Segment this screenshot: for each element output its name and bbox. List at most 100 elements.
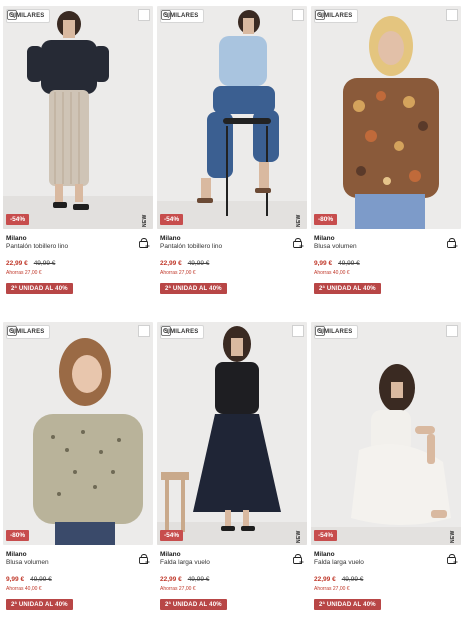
search-similar-icon: [315, 326, 325, 336]
add-to-cart-icon[interactable]: [138, 553, 150, 565]
add-to-cart-icon[interactable]: [292, 553, 304, 565]
product-image[interactable]: SIMILARES -54% NEW: [3, 6, 153, 229]
price-group: 22,99 € 49,99 €: [160, 260, 209, 267]
new-tag: NEW: [142, 214, 148, 228]
product-photo-white-skirt: [311, 322, 461, 545]
discount-badge: -54%: [160, 530, 184, 541]
product-brand: Milano: [160, 551, 181, 558]
promo-banner: 2ª UNIDAD AL 40%: [6, 283, 73, 294]
promo-banner: 2ª UNIDAD AL 40%: [6, 599, 73, 610]
promo-banner: 2ª UNIDAD AL 40%: [314, 283, 381, 294]
product-image[interactable]: SIMILARES -80%: [311, 6, 461, 229]
product-brand: Milano: [160, 235, 181, 242]
savings-text: Ahorras 40,00 €: [314, 270, 350, 276]
savings-text: Ahorras 40,00 €: [6, 586, 42, 592]
product-brand: Milano: [314, 235, 335, 242]
favorite-checkbox-icon[interactable]: [138, 325, 150, 337]
product-name[interactable]: Pantalón tobillero lino: [6, 243, 150, 251]
similar-button[interactable]: SIMILARES: [160, 325, 205, 339]
savings-text: Ahorras 27,00 €: [6, 270, 42, 276]
new-tag: NEW: [296, 530, 302, 544]
add-to-cart-icon[interactable]: [446, 237, 458, 249]
promo-banner: 2ª UNIDAD AL 40%: [160, 599, 227, 610]
current-price: 22,99 €: [160, 576, 182, 583]
product-brand: Milano: [314, 551, 335, 558]
add-to-cart-icon[interactable]: [446, 553, 458, 565]
similar-button[interactable]: SIMILARES: [6, 9, 51, 23]
promo-banner: 2ª UNIDAD AL 40%: [314, 599, 381, 610]
price-group: 9,99 € 49,99 €: [314, 260, 360, 267]
original-price: 49,99 €: [187, 576, 210, 583]
search-similar-icon: [7, 326, 17, 336]
original-price: 49,99 €: [187, 260, 210, 267]
similar-button[interactable]: SIMILARES: [160, 9, 205, 23]
similar-button[interactable]: SIMILARES: [6, 325, 51, 339]
product-image[interactable]: SIMILARES -54% NEW: [157, 6, 307, 229]
product-info: Milano Pantalón tobillero lino: [6, 235, 150, 251]
savings-text: Ahorras 27,00 €: [160, 270, 196, 276]
product-card[interactable]: SIMILARES -54% NEW Milano Pantalón tobil…: [3, 6, 153, 311]
current-price: 9,99 €: [314, 260, 333, 267]
current-price: 22,99 €: [6, 260, 28, 267]
price-group: 22,99 € 49,99 €: [6, 260, 55, 267]
product-name[interactable]: Pantalón tobillero lino: [160, 243, 304, 251]
product-photo-floral-blouse: [311, 6, 461, 229]
product-photo-blue-trousers: [157, 6, 307, 229]
price-group: 9,99 € 49,99 €: [6, 576, 52, 583]
product-image[interactable]: SIMILARES -80%: [3, 322, 153, 545]
savings-text: Ahorras 27,00 €: [314, 586, 350, 592]
favorite-checkbox-icon[interactable]: [292, 9, 304, 21]
discount-badge: -54%: [160, 214, 184, 225]
discount-badge: -80%: [6, 530, 30, 541]
original-price: 49,99 €: [30, 576, 52, 583]
product-card[interactable]: SIMILARES -80% Milano Blusa volumen 9,99…: [311, 6, 461, 311]
similar-button[interactable]: SIMILARES: [314, 325, 359, 339]
product-brand: Milano: [6, 235, 27, 242]
product-row: SIMILARES -80% Milano Blusa volumen 9,99…: [3, 322, 473, 621]
product-brand: Milano: [6, 551, 27, 558]
product-info: Milano Falda larga vuelo: [160, 551, 304, 567]
price-group: 22,99 € 49,99 €: [314, 576, 363, 583]
product-info: Milano Blusa volumen: [314, 235, 458, 251]
product-card[interactable]: SIMILARES -54% NEW Milano Falda larga vu…: [157, 322, 307, 621]
product-photo-dark-skirt: [157, 322, 307, 545]
search-similar-icon: [161, 326, 171, 336]
savings-text: Ahorras 27,00 €: [160, 586, 196, 592]
product-name[interactable]: Falda larga vuelo: [314, 559, 458, 567]
discount-badge: -80%: [314, 214, 338, 225]
search-similar-icon: [161, 10, 171, 20]
product-card[interactable]: SIMILARES -54% NEW Milano Pantalón tobil…: [157, 6, 307, 311]
original-price: 49,99 €: [341, 576, 364, 583]
similar-button[interactable]: SIMILARES: [314, 9, 359, 23]
new-tag: NEW: [296, 214, 302, 228]
current-price: 22,99 €: [314, 576, 336, 583]
discount-badge: -54%: [314, 530, 338, 541]
promo-banner: 2ª UNIDAD AL 40%: [160, 283, 227, 294]
product-image[interactable]: SIMILARES -54% NEW: [157, 322, 307, 545]
favorite-checkbox-icon[interactable]: [446, 325, 458, 337]
original-price: 49,99 €: [338, 260, 360, 267]
favorite-checkbox-icon[interactable]: [292, 325, 304, 337]
current-price: 22,99 €: [160, 260, 182, 267]
discount-badge: -54%: [6, 214, 30, 225]
product-info: Milano Pantalón tobillero lino: [160, 235, 304, 251]
product-image[interactable]: SIMILARES -54% NEW: [311, 322, 461, 545]
add-to-cart-icon[interactable]: [292, 237, 304, 249]
product-name[interactable]: Blusa volumen: [6, 559, 150, 567]
new-tag: NEW: [450, 530, 456, 544]
current-price: 9,99 €: [6, 576, 25, 583]
product-info: Milano Falda larga vuelo: [314, 551, 458, 567]
original-price: 49,99 €: [33, 260, 56, 267]
favorite-checkbox-icon[interactable]: [138, 9, 150, 21]
product-name[interactable]: Blusa volumen: [314, 243, 458, 251]
add-to-cart-icon[interactable]: [138, 237, 150, 249]
product-name[interactable]: Falda larga vuelo: [160, 559, 304, 567]
product-photo-striped-trousers: [3, 6, 153, 229]
product-card[interactable]: SIMILARES -54% NEW Milano Falda larga vu…: [311, 322, 461, 621]
price-group: 22,99 € 49,99 €: [160, 576, 209, 583]
product-photo-print-blouse: [3, 322, 153, 545]
search-similar-icon: [315, 10, 325, 20]
product-info: Milano Blusa volumen: [6, 551, 150, 567]
favorite-checkbox-icon[interactable]: [446, 9, 458, 21]
product-card[interactable]: SIMILARES -80% Milano Blusa volumen 9,99…: [3, 322, 153, 621]
